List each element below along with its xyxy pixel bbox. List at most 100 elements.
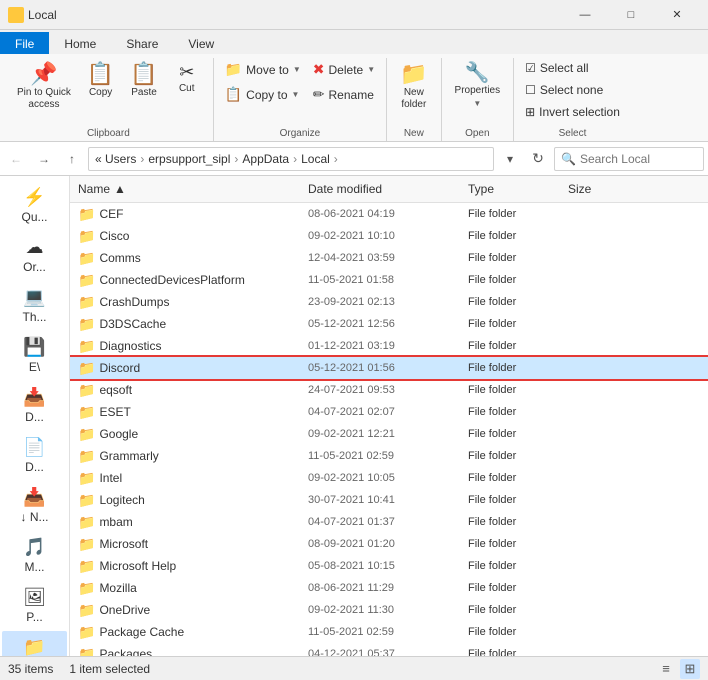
file-date-cell: 11-05-2021 02:59 (300, 450, 460, 462)
delete-button[interactable]: ✖ Delete ▼ (308, 58, 380, 81)
breadcrumb[interactable]: « Users › erpsupport_sipl › AppData › Lo… (88, 147, 494, 171)
col-header-type[interactable]: Type (460, 180, 560, 198)
sidebar-item-onedrive[interactable]: ☁ Or... (2, 231, 67, 280)
table-row[interactable]: 📁 OneDrive 09-02-2021 11:30 File folder (70, 599, 708, 621)
sidebar-item-thispc[interactable]: 💻 Th... (2, 281, 67, 330)
table-row[interactable]: 📁 CEF 08-06-2021 04:19 File folder (70, 203, 708, 225)
tab-home[interactable]: Home (49, 32, 111, 54)
pin-to-quick-access-button[interactable]: 📌 Pin to Quickaccess (10, 58, 78, 116)
breadcrumb-separator: › (234, 152, 238, 166)
rename-button[interactable]: ✏ Rename (308, 83, 379, 106)
large-icons-view-button[interactable]: ⊞ (680, 659, 700, 679)
sidebar-item-downloads[interactable]: 📥 D... (2, 381, 67, 430)
file-name-cell: 📁 Logitech (70, 492, 300, 509)
sidebar-item-music[interactable]: 🎵 M... (2, 531, 67, 580)
table-row[interactable]: 📁 Grammarly 11-05-2021 02:59 File folder (70, 445, 708, 467)
file-type-cell: File folder (460, 274, 560, 286)
move-to-dropdown-icon: ▼ (293, 65, 301, 74)
tab-share[interactable]: Share (111, 32, 173, 54)
file-type-cell: File folder (460, 252, 560, 264)
file-type-cell: File folder (460, 560, 560, 572)
maximize-button[interactable]: □ (608, 0, 654, 30)
move-to-button[interactable]: 📁 Move to ▼ (220, 58, 306, 81)
rename-icon: ✏ (313, 86, 325, 103)
table-row[interactable]: 📁 Comms 12-04-2021 03:59 File folder (70, 247, 708, 269)
file-name: D3DSCache (99, 317, 166, 331)
file-list[interactable]: 📁 CEF 08-06-2021 04:19 File folder 📁 Cis… (70, 203, 708, 656)
copy-button[interactable]: 📋 Copy (80, 58, 121, 104)
close-button[interactable]: ✕ (654, 0, 700, 30)
file-name: Cisco (99, 229, 129, 243)
search-icon: 🔍 (561, 152, 576, 166)
folder-icon: 📁 (78, 316, 95, 333)
table-row[interactable]: 📁 Google 09-02-2021 12:21 File folder (70, 423, 708, 445)
table-row[interactable]: 📁 mbam 04-07-2021 01:37 File folder (70, 511, 708, 533)
file-name-cell: 📁 Microsoft Help (70, 558, 300, 575)
ribbon-tabs: File Home Share View (0, 30, 708, 54)
folder-icon: 📁 (78, 492, 95, 509)
file-date-cell: 05-12-2021 12:56 (300, 318, 460, 330)
table-row[interactable]: 📁 Discord 05-12-2021 01:56 File folder (70, 357, 708, 379)
properties-button[interactable]: 🔧 Properties ▼ (448, 58, 508, 113)
table-row[interactable]: 📁 Package Cache 11-05-2021 02:59 File fo… (70, 621, 708, 643)
copy-to-dropdown-icon: ▼ (292, 90, 300, 99)
sidebar-item-local[interactable]: 📁 L... (2, 631, 67, 656)
sidebar-item-downloads2[interactable]: 📥 ↓ N... (2, 481, 67, 530)
table-row[interactable]: 📁 Intel 09-02-2021 10:05 File folder (70, 467, 708, 489)
select-group-label: Select (559, 125, 587, 141)
file-name-cell: 📁 ConnectedDevicesPlatform (70, 272, 300, 289)
status-bar: 35 items 1 item selected ≡ ⊞ (0, 656, 708, 680)
tab-view[interactable]: View (173, 32, 229, 54)
search-input[interactable] (580, 152, 697, 166)
dropdown-breadcrumb-button[interactable]: ▾ (498, 147, 522, 171)
title-bar-left: Local (8, 7, 57, 23)
file-date-cell: 11-05-2021 01:58 (300, 274, 460, 286)
file-name-cell: 📁 Mozilla (70, 580, 300, 597)
file-header: Name ▲ Date modified Type Size (70, 176, 708, 203)
file-type-cell: File folder (460, 340, 560, 352)
new-folder-button[interactable]: 📁 Newfolder (393, 58, 434, 116)
table-row[interactable]: 📁 eqsoft 24-07-2021 09:53 File folder (70, 379, 708, 401)
tab-file[interactable]: File (0, 32, 49, 54)
invert-selection-button[interactable]: ⊞ Invert selection (520, 102, 625, 122)
table-row[interactable]: 📁 ESET 04-07-2021 02:07 File folder (70, 401, 708, 423)
back-button[interactable]: ← (4, 147, 28, 171)
col-header-name[interactable]: Name ▲ (70, 180, 300, 198)
file-name: Logitech (99, 493, 144, 507)
table-row[interactable]: 📁 ConnectedDevicesPlatform 11-05-2021 01… (70, 269, 708, 291)
minimize-button[interactable]: — (562, 0, 608, 30)
col-header-size[interactable]: Size (560, 180, 640, 198)
table-row[interactable]: 📁 Cisco 09-02-2021 10:10 File folder (70, 225, 708, 247)
file-name-cell: 📁 Microsoft (70, 536, 300, 553)
paste-button[interactable]: 📋 Paste (123, 58, 164, 104)
file-type-cell: File folder (460, 604, 560, 616)
copy-to-button[interactable]: 📋 Copy to ▼ (220, 83, 305, 106)
details-view-button[interactable]: ≡ (656, 659, 676, 679)
folder-icon: 📁 (78, 228, 95, 245)
sidebar-item-documents[interactable]: 📄 D... (2, 431, 67, 480)
file-date-cell: 09-02-2021 11:30 (300, 604, 460, 616)
folder-icon: 📁 (78, 602, 95, 619)
select-none-button[interactable]: ☐ Select none (520, 80, 625, 100)
table-row[interactable]: 📁 Packages 04-12-2021 05:37 File folder (70, 643, 708, 656)
folder-icon: 📁 (78, 448, 95, 465)
table-row[interactable]: 📁 D3DSCache 05-12-2021 12:56 File folder (70, 313, 708, 335)
table-row[interactable]: 📁 Microsoft 08-09-2021 01:20 File folder (70, 533, 708, 555)
file-name-cell: 📁 Cisco (70, 228, 300, 245)
col-header-date[interactable]: Date modified (300, 180, 460, 198)
table-row[interactable]: 📁 CrashDumps 23-09-2021 02:13 File folde… (70, 291, 708, 313)
table-row[interactable]: 📁 Logitech 30-07-2021 10:41 File folder (70, 489, 708, 511)
up-button[interactable]: ↑ (60, 147, 84, 171)
sidebar-item-drive-e[interactable]: 💾 E\ (2, 331, 67, 380)
cut-button[interactable]: ✂ Cut (167, 58, 207, 100)
sidebar-item-pictures[interactable]: 🖼 P... (2, 581, 67, 630)
window-controls: — □ ✕ (562, 0, 700, 30)
table-row[interactable]: 📁 Microsoft Help 05-08-2021 10:15 File f… (70, 555, 708, 577)
table-row[interactable]: 📁 Mozilla 08-06-2021 11:29 File folder (70, 577, 708, 599)
forward-button[interactable]: → (32, 147, 56, 171)
select-all-button[interactable]: ☑ Select all (520, 58, 625, 78)
refresh-button[interactable]: ↻ (526, 147, 550, 171)
breadcrumb-separator: › (334, 152, 338, 166)
table-row[interactable]: 📁 Diagnostics 01-12-2021 03:19 File fold… (70, 335, 708, 357)
sidebar-item-quick-access[interactable]: ⚡ Qu... (2, 181, 67, 230)
